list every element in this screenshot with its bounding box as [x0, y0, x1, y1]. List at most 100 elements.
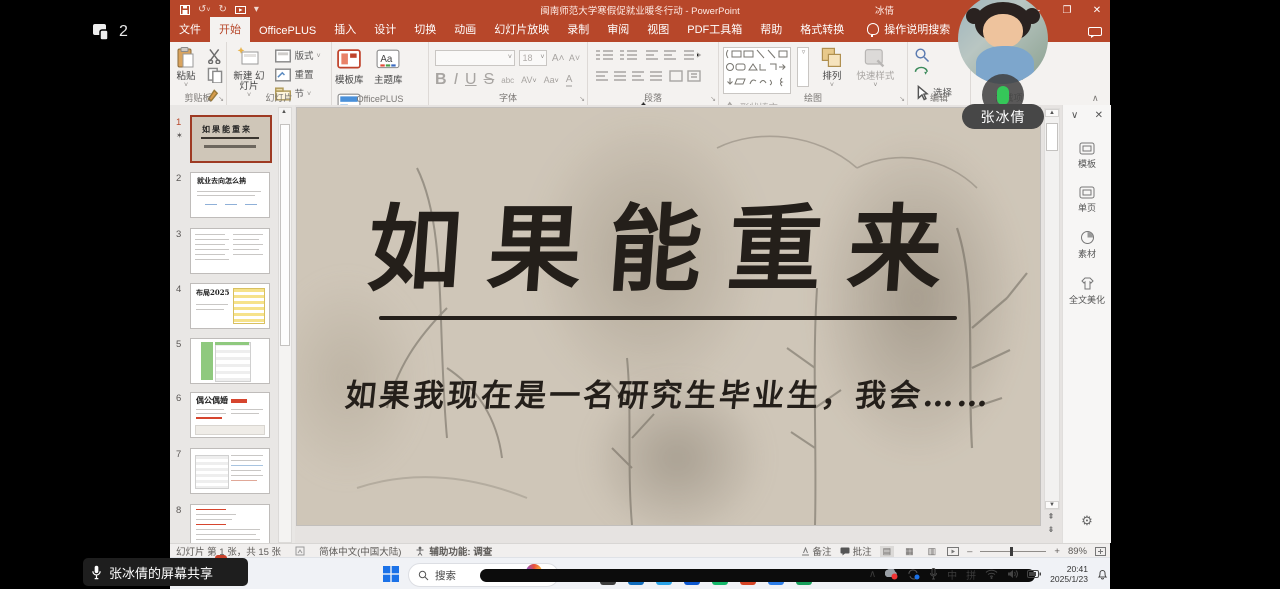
comments-bubble-icon[interactable] — [1088, 27, 1102, 38]
sidebar-item-pages[interactable]: 单页 — [1063, 186, 1111, 214]
notes-button[interactable]: 备注 — [801, 544, 832, 558]
copy-icon[interactable] — [207, 67, 223, 83]
scroll-thumb[interactable] — [1046, 123, 1058, 151]
tab-help[interactable]: 帮助 — [751, 17, 791, 42]
sidebar-settings-gear-icon[interactable]: ⚙ — [1063, 513, 1111, 529]
paragraph-buttons-icon[interactable] — [594, 48, 712, 86]
theme-library-button[interactable]: Aa 主题库 — [371, 42, 406, 86]
tray-expand-icon[interactable]: ∧ — [869, 569, 876, 580]
redo-icon[interactable]: ↻ — [218, 5, 226, 15]
shadow-button[interactable]: abc — [501, 76, 514, 85]
tab-view[interactable]: 视图 — [638, 17, 678, 42]
paste-dropdown[interactable]: ˅ — [184, 82, 188, 89]
close-button[interactable]: ✕ — [1090, 5, 1104, 16]
slide-thumbnail-1[interactable]: 如果能重来 — [190, 115, 272, 163]
sync-tray-icon[interactable] — [907, 569, 920, 580]
ime-language-button[interactable]: 中 — [947, 567, 957, 582]
tab-home[interactable]: 开始 — [210, 17, 250, 42]
slide-vertical-scrollbar[interactable]: ▲ ▼ — [1044, 108, 1060, 510]
shapes-scroll[interactable]: ▿ — [797, 47, 809, 87]
slide-thumbnail-4[interactable]: 布局2025 — [190, 283, 270, 329]
slideshow-view-button[interactable] — [947, 547, 959, 556]
scroll-up-icon[interactable]: ▲ — [1045, 109, 1059, 117]
paste-button[interactable]: 粘贴 ˅ — [170, 42, 202, 89]
strikethrough-button[interactable]: S — [484, 71, 495, 89]
char-spacing-button[interactable]: AV˅ — [521, 75, 536, 85]
speaker-icon[interactable] — [1007, 569, 1018, 579]
drawing-dialog-launcher[interactable]: ↘ — [899, 95, 905, 103]
sidebar-item-templates[interactable]: 模板 — [1063, 142, 1111, 170]
font-size-box[interactable]: 18˅ — [519, 50, 547, 66]
find-button[interactable] — [914, 47, 952, 63]
microphone-tray-icon[interactable] — [929, 568, 938, 580]
tab-officeplus[interactable]: OfficePLUS — [250, 21, 325, 42]
zoom-percentage[interactable]: 89% — [1068, 546, 1087, 557]
normal-view-button[interactable]: ▤ — [880, 546, 895, 557]
battery-icon[interactable] — [1027, 570, 1041, 578]
thumbnail-scrollbar[interactable]: ▲ — [278, 107, 292, 543]
change-case-button[interactable]: Aa˅ — [544, 75, 559, 85]
zoom-slider-thumb[interactable] — [1010, 547, 1013, 556]
sidebar-close-icon[interactable]: ✕ — [1095, 110, 1103, 121]
qat-more-icon[interactable]: ▾ — [254, 5, 259, 15]
ime-mode-button[interactable]: 拼 — [966, 567, 976, 582]
undo-icon[interactable]: ↺˅ — [198, 5, 210, 16]
slide-canvas[interactable]: 如果能重来 如果我现在是一名研究生毕业生，我会…… — [297, 108, 1040, 525]
font-color-button[interactable]: A — [566, 74, 573, 87]
account-name[interactable]: 冰倩 — [875, 3, 894, 17]
underline-button[interactable]: U — [465, 71, 477, 89]
sidebar-item-beautify[interactable]: 全文美化 — [1063, 276, 1111, 306]
recording-tray-icon[interactable] — [885, 569, 898, 580]
sidebar-item-assets[interactable]: 素材 — [1063, 230, 1111, 260]
start-slideshow-icon[interactable] — [235, 6, 246, 15]
fit-to-window-icon[interactable] — [1095, 547, 1106, 556]
sidebar-collapse-icon[interactable]: ∨ — [1071, 110, 1078, 121]
tab-design[interactable]: 设计 — [365, 17, 405, 42]
paragraph-dialog-launcher[interactable]: ↘ — [710, 95, 716, 103]
slide-thumbnail-3[interactable] — [190, 228, 270, 274]
tell-me-search[interactable]: 操作说明搜索 — [867, 21, 950, 42]
previous-slide-button[interactable]: ⇞ — [1044, 510, 1058, 523]
tab-transitions[interactable]: 切换 — [405, 17, 445, 42]
slide-thumbnail-6[interactable]: 偶公偶婚 — [190, 392, 270, 438]
notification-bell-icon[interactable] — [1097, 569, 1108, 580]
shapes-gallery[interactable] — [723, 47, 791, 94]
scroll-down-icon[interactable]: ▼ — [1045, 501, 1059, 509]
font-name-box[interactable]: ˅ — [435, 50, 515, 66]
zoom-out-button[interactable]: – — [967, 546, 972, 557]
language-status[interactable]: 简体中文(中国大陆) — [319, 544, 401, 558]
reset-button[interactable]: 重置 — [275, 67, 320, 83]
collapse-ribbon-icon[interactable]: ∧ — [1092, 93, 1099, 104]
layout-button[interactable]: 版式˅ — [275, 48, 320, 64]
template-library-button[interactable]: 模板库 — [332, 42, 367, 86]
reading-view-button[interactable]: ▥ — [925, 546, 940, 557]
next-slide-button[interactable]: ⇟ — [1044, 523, 1058, 536]
grow-font-icon[interactable]: A˄ — [552, 53, 565, 64]
shrink-font-icon[interactable]: A˅ — [569, 53, 580, 63]
cut-icon[interactable] — [207, 48, 223, 64]
tab-record[interactable]: 录制 — [558, 17, 598, 42]
maximize-button[interactable]: ❐ — [1060, 5, 1074, 16]
slide-title[interactable]: 如果能重来 — [297, 174, 1040, 310]
slide-subtitle[interactable]: 如果我现在是一名研究生毕业生，我会…… — [297, 370, 1040, 415]
bold-button[interactable]: B — [435, 71, 447, 89]
arrange-button[interactable]: 排列 ˅ — [816, 42, 848, 89]
scroll-up-icon[interactable]: ▲ — [279, 109, 289, 115]
tab-pdf-tools[interactable]: PDF工具箱 — [678, 17, 751, 42]
wifi-icon[interactable] — [985, 569, 998, 579]
start-button[interactable] — [383, 566, 399, 582]
tray-clock[interactable]: 20:41 2025/1/23 — [1050, 564, 1088, 584]
slide-thumbnail-2[interactable]: 就业去向怎么抩 — [190, 172, 270, 218]
tab-animations[interactable]: 动画 — [445, 17, 485, 42]
screen-share-banner[interactable]: 张冰倩的屏幕共享 — [83, 558, 248, 586]
replace-button[interactable] — [914, 66, 952, 82]
slide-thumbnail-5[interactable] — [190, 338, 270, 384]
tab-slideshow[interactable]: 幻灯片放映 — [485, 17, 558, 42]
italic-button[interactable]: I — [454, 71, 458, 89]
zoom-in-button[interactable]: + — [1054, 546, 1060, 557]
font-dialog-launcher[interactable]: ↘ — [579, 95, 585, 103]
tab-format-convert[interactable]: 格式转换 — [791, 17, 853, 42]
clipboard-dialog-launcher[interactable]: ↘ — [218, 95, 224, 103]
accessibility-status[interactable]: 辅助功能: 调查 — [415, 544, 492, 558]
comments-button[interactable]: 批注 — [840, 544, 872, 558]
